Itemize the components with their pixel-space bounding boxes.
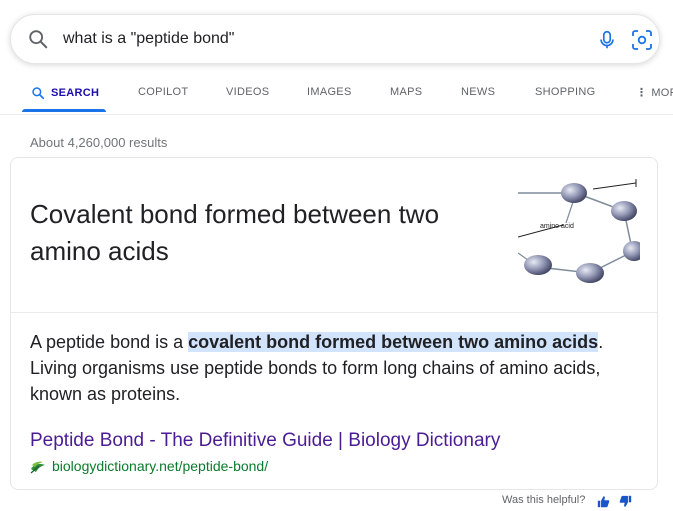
tab-search[interactable]: SEARCH (31, 86, 99, 100)
featured-answer: Covalent bond formed between two amino a… (30, 199, 440, 266)
result-url-text: biologydictionary.net/peptide-bond/ (52, 458, 269, 474)
tab-images[interactable]: IMAGES (307, 86, 352, 98)
thumbs-down-icon[interactable] (619, 495, 632, 508)
snippet-text: A peptide bond is a covalent bond formed… (30, 329, 630, 407)
search-bar[interactable]: what is a "peptide bond" (10, 14, 660, 64)
more-dots-icon: ⋮ (636, 87, 648, 99)
tab-more[interactable]: ⋮MOR (636, 86, 673, 99)
card-divider (11, 312, 657, 313)
camera-lens-icon[interactable] (630, 28, 654, 52)
search-icon (32, 87, 45, 100)
featured-snippet: Covalent bond formed between two amino a… (10, 157, 658, 490)
tab-news[interactable]: NEWS (461, 86, 495, 98)
tab-shopping[interactable]: SHOPPING (535, 86, 595, 98)
tab-videos[interactable]: VIDEOS (226, 86, 269, 98)
feedback-label: Was this helpful? (502, 494, 586, 506)
search-icon[interactable] (27, 28, 49, 50)
search-input[interactable]: what is a "peptide bond" (63, 30, 234, 48)
active-tab-indicator (22, 109, 106, 112)
favicon-icon (30, 461, 45, 474)
thumbs-up-icon[interactable] (597, 495, 610, 508)
tab-copilot[interactable]: COPILOT (138, 86, 188, 98)
tab-label: MOR (651, 87, 673, 99)
result-title-link[interactable]: Peptide Bond - The Definitive Guide | Bi… (30, 430, 500, 452)
search-tabs: SEARCH COPILOT VIDEOS IMAGES MAPS NEWS S… (0, 74, 673, 115)
result-stats: About 4,260,000 results (30, 135, 168, 150)
diagram-label: amino acid (540, 223, 574, 230)
snippet-highlight: covalent bond formed between two amino a… (188, 332, 599, 352)
result-url[interactable]: biologydictionary.net/peptide-bond/ (30, 458, 268, 474)
tab-maps[interactable]: MAPS (390, 86, 422, 98)
peptide-diagram-image[interactable]: amino acid (518, 179, 640, 291)
snippet-text-before: A peptide bond is a (30, 332, 189, 352)
tab-label: SEARCH (51, 87, 100, 99)
mic-icon[interactable] (596, 28, 618, 52)
